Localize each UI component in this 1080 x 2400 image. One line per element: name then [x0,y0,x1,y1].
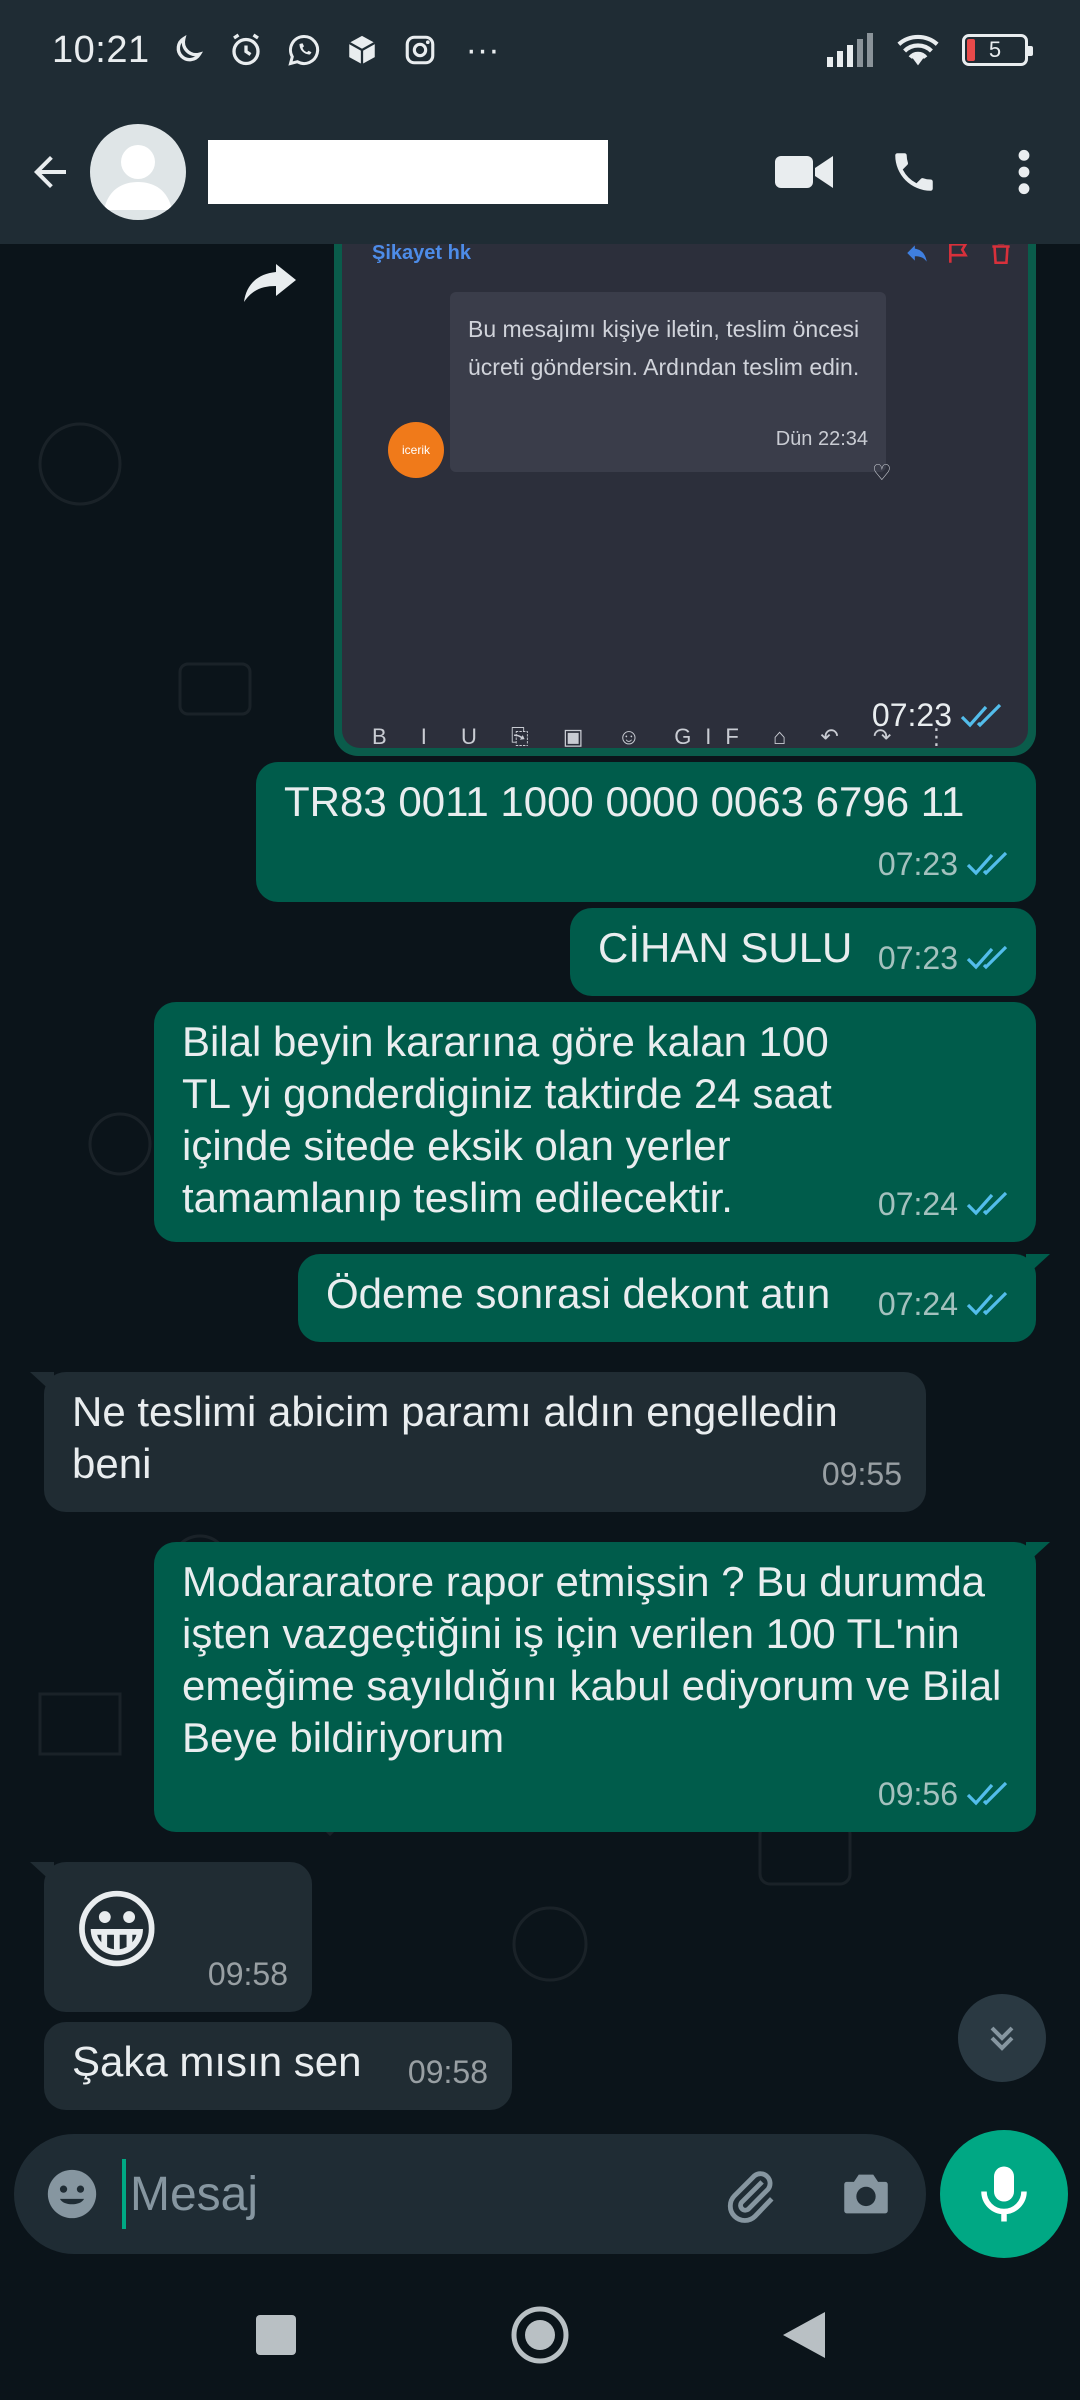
message-time: 07:24 [877,1186,958,1222]
incoming-message[interactable]: Şaka mısın sen 09:58 [44,2022,512,2110]
message-meta: 09:58 [208,1948,288,2000]
outgoing-message[interactable]: TR83 0011 1000 0000 0063 6796 11 07:23 [256,762,1036,902]
forward-icon[interactable] [232,244,308,320]
outgoing-message[interactable]: CİHAN SULU 07:23 [570,908,1036,996]
status-time: 10:21 [52,28,150,71]
read-ticks-icon [966,1781,1008,1806]
message-time: 09:58 [207,1956,288,1992]
attach-icon[interactable] [718,2162,782,2226]
microphone-icon [981,2166,1027,2222]
back-triangle-icon[interactable] [772,2303,836,2367]
message-meta: 07:23 [872,697,1006,734]
instagram-icon [400,30,440,70]
status-bar: 10:21 ··· 5 [0,0,1080,100]
read-ticks-icon [966,1191,1008,1216]
message-input[interactable] [122,2159,682,2229]
message-time: 07:24 [877,1286,958,1322]
video-call-icon[interactable] [772,140,836,204]
message-time: 07:23 [877,940,958,976]
moon-icon [168,30,208,70]
message-compose-bar [14,2134,926,2254]
avatar[interactable] [90,124,186,220]
wifi-icon [894,30,942,70]
read-ticks-icon [960,703,1002,727]
status-right: 5 [826,30,1033,70]
phone-icon[interactable] [882,140,946,204]
recents-square-icon[interactable] [244,2303,308,2367]
message-time: 07:23 [877,846,958,882]
message-time: 09:55 [821,1456,902,1492]
plus-sign [194,152,204,192]
read-ticks-icon [966,945,1008,970]
back-arrow-icon[interactable] [14,136,86,208]
more-options-icon[interactable] [992,140,1056,204]
status-left: 10:21 ··· [52,29,500,72]
message-text: Ne teslimi abicim paramı aldın engelledi… [72,1388,838,1487]
message-text: Bilal beyin kararına göre kalan 100 TL y… [182,1018,832,1221]
message-meta: 09:58 [408,2046,488,2098]
double-chevron-down-icon [990,2026,1014,2051]
chat-area[interactable]: Şikayet hk Bu mesajımı kişiye iletin, te… [0,244,1080,2120]
message-meta: 07:23 [878,838,1012,890]
image-message[interactable]: Şikayet hk Bu mesajımı kişiye iletin, te… [334,244,1036,756]
emoji-icon[interactable] [40,2162,104,2226]
outgoing-message[interactable]: Modararatore rapor etmişsin ? Bu durumda… [154,1542,1050,1832]
scroll-to-bottom-button[interactable] [958,1994,1046,2082]
camera-icon[interactable] [834,2162,898,2226]
message-meta: 07:24 [878,1178,1012,1230]
screenshot-heart-icon: ♡ [872,460,892,485]
screenshot-message-time: Dün 22:34 [775,428,868,450]
message-meta: 09:55 [822,1448,902,1500]
message-time: 07:23 [871,697,952,733]
screenshot-message-card: Bu mesajımı kişiye iletin, teslim öncesi… [450,292,886,472]
screenshot-avatar-logo: icerik [388,422,444,478]
battery-icon: 5 [962,34,1033,66]
message-text: TR83 0011 1000 0000 0063 6796 11 [284,778,965,825]
message-meta: 09:56 [878,1768,1012,1820]
screenshot-message-text: Bu mesajımı kişiye iletin, teslim öncesi… [468,316,860,380]
message-time: 09:58 [407,2054,488,2090]
incoming-message[interactable]: Ne teslimi abicim paramı aldın engelledi… [30,1372,926,1512]
image-content[interactable]: Şikayet hk Bu mesajımı kişiye iletin, te… [342,244,1028,748]
outgoing-message[interactable]: Bilal beyin kararına göre kalan 100 TL y… [154,1002,1036,1242]
message-meta: 07:24 [878,1278,1012,1330]
incoming-message[interactable]: 😀 09:58 [30,1862,312,2012]
outgoing-message[interactable]: Ödeme sonrasi dekont atın 07:24 [298,1254,1050,1342]
microphone-button[interactable] [940,2130,1068,2258]
read-ticks-icon [966,851,1008,876]
screenshot-title: Şikayet hk [372,244,471,264]
package-icon [342,30,382,70]
header-actions [772,140,1056,204]
read-ticks-icon [966,1291,1008,1316]
message-time: 09:56 [877,1776,958,1812]
signal-icon [826,30,874,70]
whatsapp-icon [284,30,324,70]
message-meta: 07:23 [878,932,1012,984]
chat-header [0,100,1080,244]
screenshot-action-icons [904,244,1014,266]
more-notifications-icon: ··· [465,30,500,69]
contact-name-redacted[interactable] [208,140,608,204]
message-text: Modararatore rapor etmişsin ? Bu durumda… [182,1558,1002,1761]
system-navigation-bar [0,2270,1080,2400]
alarm-icon [226,30,266,70]
battery-level: 5 [988,37,1002,62]
home-circle-icon[interactable] [508,2303,572,2367]
